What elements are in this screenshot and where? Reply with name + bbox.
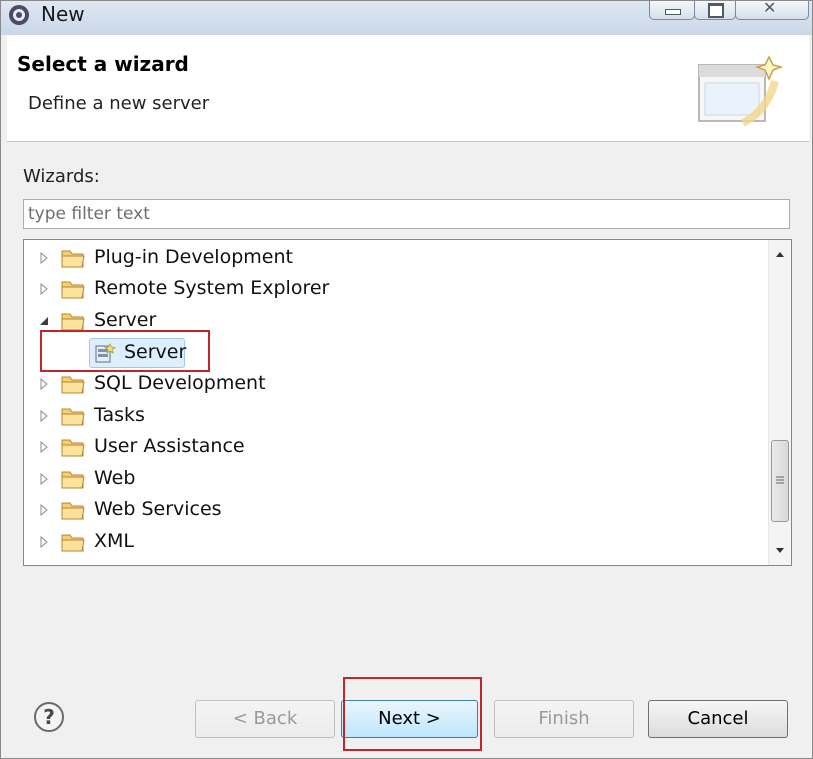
grip-icon [776,476,784,484]
expand-arrow-icon[interactable] [38,504,50,516]
page-description: Define a new server [28,93,210,114]
tree-item-sql-development[interactable]: SQL Development [24,369,764,399]
tree-item-label: Plug-in Development [94,246,293,268]
wizard-banner-icon [698,55,784,127]
svg-text:?: ? [43,705,55,729]
folder-icon [61,376,85,394]
expand-arrow-icon[interactable] [38,283,50,295]
expand-arrow-icon[interactable] [38,536,50,548]
tree-item-label: Remote System Explorer [94,277,330,299]
folder-icon [61,534,85,552]
folder-icon [61,408,85,426]
tree-item-label: Server [94,309,157,331]
scroll-up-arrow-icon[interactable] [769,244,791,266]
tree-item-label: Web [94,467,136,489]
tree-item-remote-system-explorer[interactable]: Remote System Explorer [24,274,764,304]
minimize-icon [665,9,681,15]
page-title: Select a wizard [17,52,189,76]
cancel-button[interactable]: Cancel [648,700,788,738]
scrollbar-thumb[interactable] [771,440,789,522]
tree-item-plugin-development[interactable]: Plug-in Development [24,243,764,273]
finish-button[interactable]: Finish [494,700,634,738]
tree-item-label: Tasks [94,404,145,426]
window-title: New [41,2,85,26]
open-folder-icon [61,313,85,331]
tree-item-server-category[interactable]: Server [24,306,764,336]
tree-item-label: XML [94,530,134,552]
server-wizard-icon [95,343,116,363]
close-button[interactable]: ✕ [735,0,809,20]
tree-scrollbar[interactable] [768,240,791,565]
next-button[interactable]: Next > [341,700,478,738]
eclipse-app-icon [9,5,29,25]
title-bar[interactable]: New ✕ [1,0,812,35]
tree-item-label: SQL Development [94,372,266,394]
expand-arrow-icon[interactable] [38,410,50,422]
tree-item-xml[interactable]: XML [24,527,764,557]
wizards-label: Wizards: [23,166,100,187]
tree-item-server-wizard[interactable]: Server [89,338,187,368]
minimize-button[interactable] [649,1,695,20]
tree-item-web[interactable]: Web [24,464,764,494]
folder-icon [61,250,85,268]
tree-item-user-assistance[interactable]: User Assistance [24,432,764,462]
expand-arrow-icon[interactable] [38,441,50,453]
expand-arrow-icon[interactable] [38,378,50,390]
tree-item-label: User Assistance [94,435,245,457]
collapse-arrow-icon[interactable] [38,315,50,327]
tree-item-web-services[interactable]: Web Services [24,495,764,525]
maximize-icon [708,3,724,18]
wizard-header: Select a wizard Define a new server [7,35,809,142]
expand-arrow-icon[interactable] [38,473,50,485]
tree-item-label: Server [124,341,187,363]
back-button[interactable]: < Back [195,700,335,738]
folder-icon [61,439,85,457]
new-wizard-dialog: New ✕ Select a wizard Define a new serve… [0,0,813,759]
maximize-button[interactable] [694,1,736,20]
folder-icon [61,471,85,489]
close-icon: ✕ [763,0,777,17]
expand-arrow-icon[interactable] [38,252,50,264]
tree-item-tasks[interactable]: Tasks [24,401,764,431]
help-icon[interactable]: ? [33,701,65,733]
wizard-filter-input[interactable] [23,199,790,229]
scroll-down-arrow-icon[interactable] [769,539,791,561]
wizard-tree: Plug-in Development Remote System Explor… [23,239,792,566]
folder-icon [61,281,85,299]
folder-icon [61,502,85,520]
tree-item-label: Web Services [94,498,222,520]
